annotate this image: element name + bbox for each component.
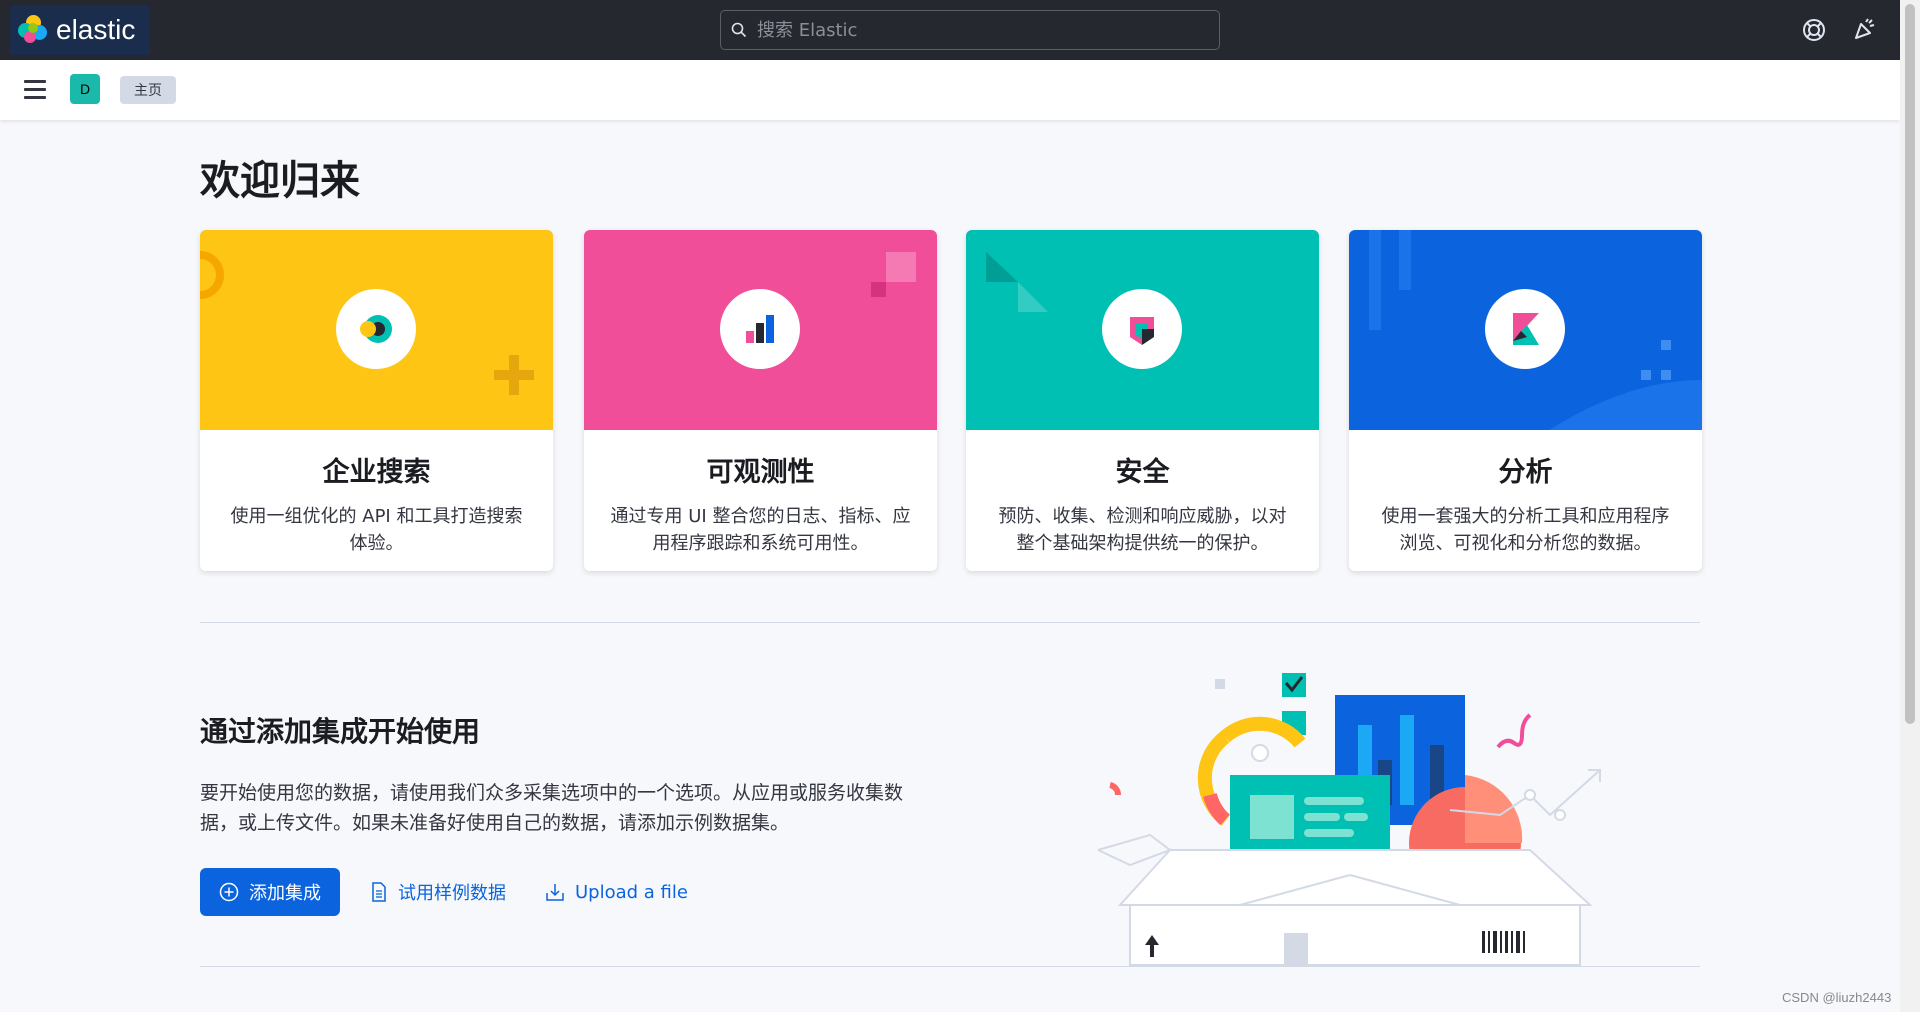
download-icon [546,884,564,901]
global-search[interactable] [720,10,1220,50]
solution-card-analytics[interactable]: 分析 使用一套强大的分析工具和应用程序浏览、可视化和分析您的数据。 [1349,230,1702,571]
card-description: 使用一套强大的分析工具和应用程序浏览、可视化和分析您的数据。 [1381,506,1670,554]
elastic-logo-icon [18,15,48,45]
upload-file-link[interactable]: Upload a file [545,868,688,916]
newsfeed-icon[interactable] [1850,16,1878,44]
card-title: 可观测性 [706,457,815,488]
add-integrations-button[interactable]: 添加集成 [200,868,340,916]
plus-circle-icon [219,882,239,902]
logo-text: elastic [56,14,136,45]
card-hero [1349,230,1702,430]
top-header: elastic [0,0,1900,60]
card-title: 企业搜索 [322,457,431,488]
card-description: 预防、收集、检测和响应威胁，以对整个基础架构提供统一的保护。 [998,506,1287,554]
integrations-description: 要开始使用您的数据，请使用我们众多采集选项中的一个选项。从应用或服务收集数据，或… [200,782,904,834]
watermark: CSDN @liuzh2443 [1782,990,1892,1005]
card-title: 分析 [1498,457,1553,488]
try-sample-data-label: 试用样例数据 [398,883,506,904]
upload-file-label: Upload a file [575,881,688,903]
card-description: 使用一组优化的 API 和工具打造搜索体验。 [230,506,523,554]
card-description: 通过专用 UI 整合您的日志、指标、应用程序跟踪和系统可用性。 [610,506,911,554]
elastic-logo[interactable]: elastic [10,5,150,55]
security-icon [1102,289,1182,369]
integrations-title: 通过添加集成开始使用 [200,715,481,748]
card-hero [966,230,1319,430]
add-integrations-label: 添加集成 [249,883,321,904]
enterprise-search-icon [336,289,416,369]
document-icon [372,882,386,902]
observability-icon [720,289,800,369]
help-icon[interactable] [1800,16,1828,44]
hamburger-menu-icon[interactable] [24,80,46,99]
try-sample-data-link[interactable]: 试用样例数据 [370,868,506,916]
space-avatar[interactable]: D [70,74,100,104]
solution-card-observability[interactable]: 可观测性 通过专用 UI 整合您的日志、指标、应用程序跟踪和系统可用性。 [584,230,937,571]
sub-header: D 主页 [0,60,1900,120]
card-title: 安全 [1115,457,1170,488]
page-scrollbar[interactable] [1900,0,1920,1012]
breadcrumb-home[interactable]: 主页 [120,76,176,104]
solution-card-enterprise-search[interactable]: 企业搜索 使用一组优化的 API 和工具打造搜索体验。 [200,230,553,571]
section-divider [200,622,1700,623]
search-input[interactable] [757,19,1197,41]
bottom-divider [200,966,1700,967]
scrollbar-thumb[interactable] [1905,4,1915,724]
card-hero [584,230,937,430]
solution-card-security[interactable]: 安全 预防、收集、检测和响应威胁，以对整个基础架构提供统一的保护。 [966,230,1319,571]
card-hero [200,230,553,430]
page-title: 欢迎归来 [200,158,360,204]
search-icon [731,22,747,38]
kibana-icon [1485,289,1565,369]
integrations-illustration [1097,673,1601,966]
